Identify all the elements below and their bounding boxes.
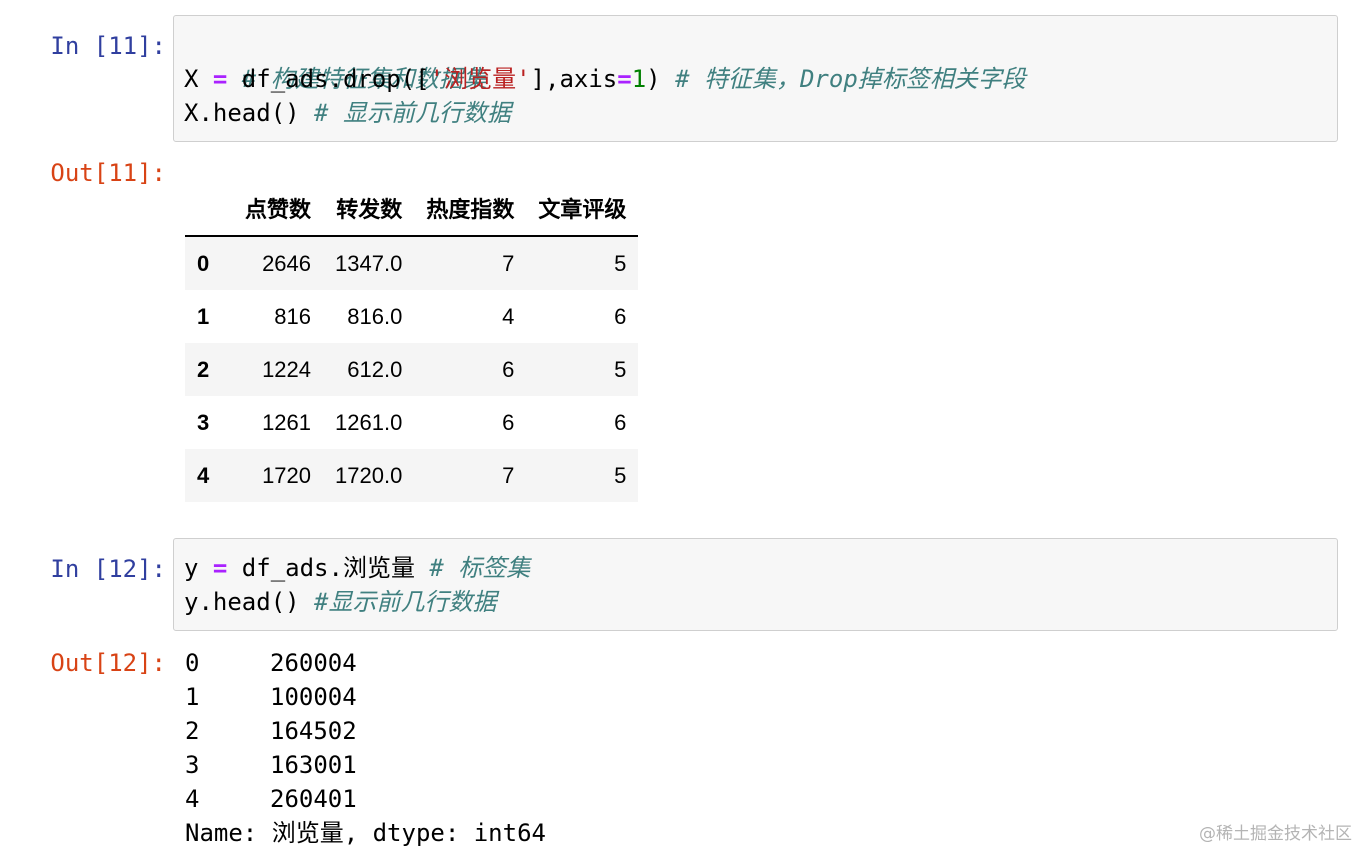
row-index: 2 [197, 356, 210, 382]
series-row: 4 260401 [185, 782, 546, 816]
series-index: 0 [185, 649, 200, 677]
series-index: 4 [185, 785, 200, 813]
code-token: ) [646, 65, 676, 93]
table-row: 1 816 816.0 4 6 [185, 290, 638, 343]
table-cell: 5 [614, 356, 627, 382]
table-cell: 1720.0 [335, 462, 403, 488]
table-cell: 5 [614, 462, 627, 488]
code-string: '浏览量' [429, 65, 531, 93]
series-value: 163001 [270, 751, 357, 779]
code-token: y [184, 554, 213, 582]
table-cell: 1261 [262, 409, 312, 435]
code-token: ],axis [530, 65, 618, 93]
table-cell: 1347.0 [335, 250, 403, 276]
series-row: 2 164502 [185, 714, 546, 748]
table-cell: 612.0 [347, 356, 403, 382]
series-row: 0 260004 [185, 646, 546, 680]
table-row: 0 2646 1347.0 7 5 [185, 236, 639, 290]
code-comment: # 特征集，Drop掉标签相关字段 [675, 65, 1026, 93]
code-token: df_ads.浏览量 [227, 554, 430, 582]
code-comment: # 标签集 [429, 554, 531, 582]
series-row: 1 100004 [185, 680, 546, 714]
series-value: 260004 [270, 649, 357, 677]
table-cell: 816 [274, 303, 312, 329]
code-number: 1 [631, 65, 647, 93]
series-value: 100004 [270, 683, 357, 711]
series-index: 1 [185, 683, 200, 711]
table-cell: 6 [614, 303, 627, 329]
code-cell-11[interactable]: # 构建特征集和数据集 X = df_ads.drop(['浏览量'],axis… [173, 15, 1338, 142]
code-operator: = [212, 65, 228, 93]
series-meta: Name: 浏览量, dtype: int64 [185, 819, 546, 847]
input-prompt-11: In [11]: [50, 32, 166, 60]
row-index: 4 [197, 462, 210, 488]
code-line: X = df_ads.drop(['浏览量'],axis=1) # 特征集，Dr… [184, 62, 1327, 96]
code-line: X.head() # 显示前几行数据 [184, 96, 1327, 130]
code-operator: = [617, 65, 632, 93]
code-token: X [184, 65, 213, 93]
table-cell: 2646 [262, 250, 312, 276]
table-cell: 4 [502, 303, 515, 329]
code-token: X.head() [184, 99, 315, 127]
output-prompt-12: Out[12]: [50, 649, 166, 677]
code-comment: #显示前几行数据 [314, 588, 497, 616]
code-line: # 构建特征集和数据集 [184, 28, 1327, 93]
table-row: 4 1720 1720.0 7 5 [185, 449, 639, 502]
dataframe-table: 点赞数 转发数 热度指数 文章评级 0 2646 1347.0 7 5 1 81… [185, 180, 639, 502]
table-header-row: 点赞数 转发数 热度指数 文章评级 [185, 180, 639, 237]
input-prompt-12: In [12]: [50, 555, 166, 583]
row-index: 3 [197, 409, 210, 435]
output-prompt-11: Out[11]: [50, 159, 166, 187]
row-index: 1 [197, 303, 210, 329]
table-cell: 6 [502, 409, 515, 435]
series-row: 3 163001 [185, 748, 546, 782]
table-cell: 7 [502, 250, 515, 276]
table-cell: 1261.0 [335, 409, 403, 435]
series-value: 164502 [270, 717, 357, 745]
table-cell: 816.0 [347, 303, 403, 329]
series-value: 260401 [270, 785, 357, 813]
code-line: y = df_ads.浏览量 # 标签集 [184, 551, 1327, 585]
code-token: df_ads.drop([ [227, 65, 430, 93]
table-cell: 6 [502, 356, 515, 382]
code-comment: # 显示前几行数据 [314, 99, 511, 127]
table-cell: 6 [614, 409, 627, 435]
table-cell: 1224 [262, 356, 312, 382]
code-line: y.head() #显示前几行数据 [184, 585, 1327, 619]
column-header: 热度指数 [414, 180, 527, 237]
code-token: y.head() [184, 588, 315, 616]
code-operator: = [212, 554, 228, 582]
table-row: 2 1224 612.0 6 5 [185, 343, 639, 396]
column-header: 文章评级 [526, 180, 639, 237]
index-header [185, 180, 233, 237]
series-output: 0 260004 1 100004 2 164502 3 163001 4 26… [185, 646, 546, 850]
column-header: 点赞数 [233, 180, 324, 237]
series-index: 3 [185, 751, 200, 779]
table-cell: 5 [614, 250, 627, 276]
row-index: 0 [197, 250, 210, 276]
series-index: 2 [185, 717, 200, 745]
table-row: 3 1261 1261.0 6 6 [185, 396, 638, 449]
code-cell-12[interactable]: y = df_ads.浏览量 # 标签集 y.head() #显示前几行数据 [173, 538, 1338, 631]
table-cell: 7 [502, 462, 515, 488]
watermark: @稀土掘金技术社区 [1199, 824, 1352, 844]
column-header: 转发数 [323, 180, 415, 237]
table-cell: 1720 [262, 462, 312, 488]
